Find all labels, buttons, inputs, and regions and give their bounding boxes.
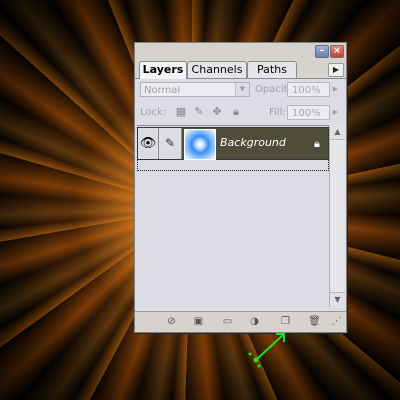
lock-all-icon[interactable]: 🔒︎: [230, 106, 242, 118]
fill-label: Fill:: [269, 107, 286, 118]
delete-layer-icon[interactable]: 🗑︎: [308, 316, 321, 328]
opacity-field[interactable]: 100%: [287, 82, 330, 97]
blend-mode-select[interactable]: Normal ▼: [140, 82, 250, 97]
resize-grip-icon[interactable]: ⋰: [330, 316, 343, 328]
lock-image-icon[interactable]: ✎: [193, 106, 205, 118]
brush-icon[interactable]: ✎: [159, 128, 182, 159]
add-mask-icon[interactable]: ▭: [221, 316, 234, 328]
layers-list: 👁︎ ✎ Background 🔒︎: [137, 125, 329, 308]
layers-scrollbar[interactable]: ▲ ▼: [329, 125, 345, 307]
fill-field[interactable]: 100%: [287, 105, 330, 120]
tab-paths[interactable]: Paths: [247, 61, 297, 78]
panel-menu-icon[interactable]: ▶: [328, 63, 344, 77]
layer-thumbnail: [184, 129, 216, 160]
lock-label: Lock:: [140, 107, 167, 118]
close-icon[interactable]: ×: [330, 45, 344, 58]
scroll-down-icon[interactable]: ▼: [330, 292, 345, 307]
layers-panel: – × Layers Channels Paths ▶ Normal ▼ Opa…: [134, 42, 347, 333]
layer-style-icon[interactable]: ▣: [192, 316, 205, 328]
layer-row-background[interactable]: 👁︎ ✎ Background 🔒︎: [137, 127, 329, 160]
lock-transparency-icon[interactable]: ▦: [175, 106, 187, 118]
layer-name: Background: [220, 136, 286, 149]
new-fill-adjustment-icon[interactable]: ◑: [248, 316, 261, 328]
minimize-icon[interactable]: –: [315, 45, 329, 58]
tab-channels[interactable]: Channels: [187, 61, 247, 78]
panel-bottom-toolbar: ⊘ ▣ ▭ ◑ ❐ 🗑︎ ⋰: [135, 311, 346, 332]
scroll-up-icon[interactable]: ▲: [330, 125, 345, 140]
fill-slider-arrow-icon[interactable]: ▶: [331, 105, 340, 120]
link-layers-icon[interactable]: ⊘: [165, 316, 178, 328]
blend-mode-value: Normal: [144, 85, 181, 96]
panel-tabs: Layers Channels Paths ▶: [135, 59, 346, 79]
selection-outline: [137, 160, 329, 171]
lock-position-icon[interactable]: ✥: [211, 106, 223, 118]
blend-opacity-row: Normal ▼ Opacity: 100% ▶: [135, 79, 346, 101]
panel-titlebar[interactable]: – ×: [135, 43, 346, 59]
eye-icon[interactable]: 👁︎: [138, 128, 159, 159]
layer-lock-icon: 🔒︎: [314, 137, 320, 150]
tab-layers[interactable]: Layers: [139, 61, 187, 79]
lock-fill-row: Lock: ▦ ✎ ✥ 🔒︎ Fill: 100% ▶: [135, 103, 346, 123]
chevron-down-icon: ▼: [235, 83, 249, 96]
new-layer-icon[interactable]: ❐: [279, 316, 292, 328]
opacity-slider-arrow-icon[interactable]: ▶: [331, 82, 340, 97]
